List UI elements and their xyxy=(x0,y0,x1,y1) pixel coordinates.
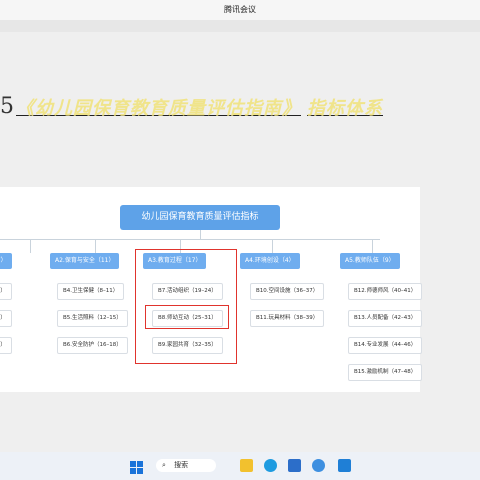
category-a1: A1.办园方向（7） xyxy=(0,253,12,269)
item-b4: B4.卫生保健（8–11） xyxy=(57,283,125,300)
slide-heading-number: 5 xyxy=(0,94,14,119)
item-b2: B2.品德启蒙（4–5） xyxy=(0,310,12,327)
root-connector xyxy=(200,230,201,239)
file-explorer-icon[interactable] xyxy=(240,459,253,472)
category-a4: A4.环境创设（4） xyxy=(240,253,300,269)
category-a2: A2.保育与安全（11） xyxy=(50,253,120,269)
window-title: 腾讯会议 xyxy=(224,5,256,14)
slide-heading-suffix: 指标体系 xyxy=(307,98,383,119)
item-b10: B10.空间设施（36–37） xyxy=(250,283,325,300)
search-icon: ⌕ xyxy=(162,461,166,469)
tencent-meeting-icon[interactable] xyxy=(338,459,351,472)
item-b6: B6.安全防护（16–18） xyxy=(57,337,128,354)
windows-start-icon[interactable] xyxy=(130,459,143,474)
item-b3: B3.科学理念（6–7） xyxy=(0,337,12,354)
indicator-tree-diagram: 幼儿园保育教育质量评估指标 A1.办园方向（7） B1.党建工作（1–3） B2… xyxy=(0,187,423,392)
highlight-box-b8 xyxy=(145,305,229,329)
edge-browser-icon[interactable] xyxy=(264,459,277,472)
category-a5: A5.教师队伍（9） xyxy=(340,253,400,269)
slide-page: 5 《幼儿园保育教育质量评估指南》指标体系 幼儿园保育教育质量评估指标 A1.办… xyxy=(0,32,480,452)
item-b11: B11.玩具材料（38–39） xyxy=(250,310,325,327)
store-icon[interactable] xyxy=(288,459,301,472)
taskbar-search-box[interactable]: ⌕ 搜索 xyxy=(156,459,216,472)
connector-a1 xyxy=(30,239,31,253)
mail-icon[interactable] xyxy=(312,459,325,472)
slide-heading: 《幼儿园保育教育质量评估指南》 指标体系 xyxy=(16,94,383,120)
connector-a4 xyxy=(272,239,273,253)
item-b13: B13.人员配备（42–43） xyxy=(348,310,423,327)
item-b15: B15.激励机制（47–48） xyxy=(348,364,423,381)
item-b12: B12.师德师风（40–41） xyxy=(348,283,423,300)
connector-a5 xyxy=(372,239,373,253)
window-titlebar: 腾讯会议 xyxy=(0,0,480,20)
search-label: 搜索 xyxy=(174,461,189,469)
item-b5: B5.生活照料（12–15） xyxy=(57,310,128,327)
item-b14: B14.专业发展（44–46） xyxy=(348,337,423,354)
category-connector xyxy=(0,239,380,240)
connector-a2 xyxy=(95,239,96,253)
slide-heading-title: 《幼儿园保育教育质量评估指南》 xyxy=(16,98,301,119)
tree-root-node: 幼儿园保育教育质量评估指标 xyxy=(120,205,280,230)
item-b1: B1.党建工作（1–3） xyxy=(0,283,12,300)
shared-screen-slide: 5 《幼儿园保育教育质量评估指南》指标体系 幼儿园保育教育质量评估指标 A1.办… xyxy=(0,20,480,452)
